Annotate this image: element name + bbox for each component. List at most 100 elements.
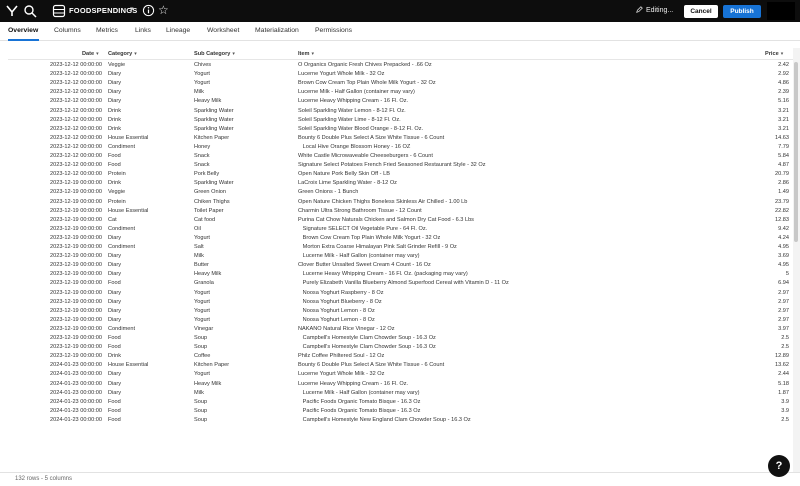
account-menu[interactable] [767,2,795,20]
table-row[interactable]: 2024-01-23 00:00:00 Food Soup Pacific Food… [8,407,793,416]
cell-category: Diary [108,298,122,305]
cell-price: 2.39 [778,89,789,96]
active-tab-indicator [8,39,39,41]
table-row[interactable]: 2023-12-12 00:00:00 Drink Sparkling Water S… [8,116,793,125]
cell-category: Drink [108,107,122,114]
table-row[interactable]: 2024-01-23 00:00:00 House Essential Kitche… [8,361,793,370]
cell-category: Diary [108,80,122,87]
sigma-logo-icon[interactable] [5,4,19,18]
table-row[interactable]: 2023-12-19 00:00:00 Diary Heavy Milk Lucer… [8,270,793,279]
table-row[interactable]: 2023-12-12 00:00:00 Food Snack Signature Se… [8,161,793,170]
cell-category: Diary [108,98,122,105]
table-row[interactable]: 2023-12-19 00:00:00 Diary Yogurt Brown Cow… [8,234,793,243]
table-row[interactable]: 2023-12-19 00:00:00 Food Soup Campbell's H… [8,334,793,343]
table-row[interactable]: 2023-12-12 00:00:00 Protein Pork Belly Open… [8,170,793,179]
table-row[interactable]: 2023-12-12 00:00:00 Diary Yogurt Lucerne Yo… [8,70,793,79]
table-row[interactable]: 2023-12-19 00:00:00 Food Soup Campbell's H… [8,343,793,352]
table-row[interactable]: 2023-12-12 00:00:00 Drink Sparkling Water S… [8,107,793,116]
table-row[interactable]: 2023-12-12 00:00:00 Diary Milk Lucerne Milk… [8,88,793,97]
table-row[interactable]: 2023-12-19 00:00:00 Diary Yogurt Noosa Yog… [8,298,793,307]
table-row[interactable]: 2023-12-19 00:00:00 Cat Cat food Purina Cat… [8,216,793,225]
cell-price: 3.21 [778,125,789,132]
cell-subcategory: Milk [194,89,204,96]
table-row[interactable]: 2023-12-19 00:00:00 Diary Yogurt Noosa Yog… [8,289,793,298]
cell-category: Food [108,407,121,414]
column-header-item[interactable]: Item ▾ [298,51,314,57]
cell-date: 2023-12-12 00:00:00 [50,98,102,105]
table-row[interactable]: 2023-12-19 00:00:00 Diary Butter Clover But… [8,261,793,270]
cell-price: 2.5 [781,416,789,423]
column-date-chevron-down-icon[interactable]: ▾ [96,51,99,57]
column-header-price[interactable]: Price ▾ [765,51,783,57]
table-row[interactable]: 2023-12-19 00:00:00 Drink Sparkling Water L… [8,179,793,188]
table-row[interactable]: 2023-12-19 00:00:00 Condiment Salt Morton … [8,243,793,252]
table-row[interactable]: 2024-01-23 00:00:00 Diary Yogurt Lucerne Yo… [8,370,793,379]
info-icon[interactable] [142,4,155,17]
table-row[interactable]: 2023-12-12 00:00:00 House Essential Kitche… [8,134,793,143]
cell-date: 2023-12-19 00:00:00 [50,298,102,305]
table-row[interactable]: 2023-12-19 00:00:00 Protein Chiken Thighs O… [8,198,793,207]
cell-price: 20.79 [775,171,789,178]
column-header-date[interactable]: Date ▾ [82,51,99,57]
column-subcategory-chevron-down-icon[interactable]: ▾ [232,51,235,57]
tab-materialization[interactable]: Materialization [255,27,299,34]
table-row[interactable]: 2024-01-23 00:00:00 Food Soup Campbell's H… [8,416,793,425]
table-row[interactable]: 2023-12-19 00:00:00 Diary Milk Lucerne Mil… [8,252,793,261]
table-row[interactable]: 2023-12-12 00:00:00 Condiment Honey Local … [8,143,793,152]
table-footer: 132 rows - 5 columns [0,472,800,486]
tab-metrics[interactable]: Metrics [96,27,118,34]
document-title[interactable]: FOODSPENDINGS [69,6,137,15]
table-header: Date ▾ Category ▾ Sub Category ▾ Item ▾ Pric… [8,48,793,60]
help-button[interactable]: ? [768,455,790,477]
table-row[interactable]: 2023-12-12 00:00:00 Food Snack White Castle… [8,152,793,161]
cell-date: 2024-01-23 00:00:00 [50,380,102,387]
table-row[interactable]: 2023-12-19 00:00:00 Diary Yogurt Noosa Yog… [8,316,793,325]
table-row[interactable]: 2023-12-19 00:00:00 Diary Yogurt Noosa Yog… [8,307,793,316]
cell-item: Lucerne Milk - Half Gallon (container ma… [298,89,415,96]
table-row[interactable]: 2023-12-12 00:00:00 Drink Sparkling Water S… [8,125,793,134]
cell-date: 2023-12-12 00:00:00 [50,125,102,132]
cell-category: Food [108,162,121,169]
cell-date: 2023-12-19 00:00:00 [50,216,102,223]
cell-price: 14.63 [775,134,789,141]
cell-category: Diary [108,262,122,269]
table-row[interactable]: 2023-12-19 00:00:00 Drink Coffee Philz Coff… [8,352,793,361]
column-header-subcategory[interactable]: Sub Category ▾ [194,51,235,57]
scrollbar-thumb[interactable] [794,62,798,242]
search-icon[interactable] [23,4,37,18]
data-grid[interactable]: 2023-12-12 00:00:00 Veggie Chives O Organic… [8,61,793,472]
cell-date: 2024-01-23 00:00:00 [50,407,102,414]
cell-date: 2023-12-19 00:00:00 [50,325,102,332]
title-menu-chevron-down-icon[interactable]: ▾ [130,5,134,13]
table-row[interactable]: 2024-01-23 00:00:00 Diary Milk Lucerne Mil… [8,389,793,398]
table-row[interactable]: 2024-01-23 00:00:00 Diary Heavy Milk Lucern… [8,380,793,389]
table-row[interactable]: 2023-12-19 00:00:00 Veggie Green Onion Gree… [8,188,793,197]
cell-date: 2023-12-19 00:00:00 [50,198,102,205]
cell-price: 2.92 [778,71,789,78]
cell-date: 2023-12-19 00:00:00 [50,180,102,187]
column-item-chevron-down-icon[interactable]: ▾ [312,51,315,57]
publish-button[interactable]: Publish [723,5,761,18]
table-row[interactable]: 2023-12-19 00:00:00 Food Granola Purely El… [8,279,793,288]
table-row[interactable]: 2023-12-12 00:00:00 Diary Heavy Milk Lucern… [8,97,793,106]
column-price-chevron-down-icon[interactable]: ▾ [781,51,784,57]
table-row[interactable]: 2024-01-23 00:00:00 Food Soup Pacific Food… [8,398,793,407]
tab-lineage[interactable]: Lineage [166,27,190,34]
tab-columns[interactable]: Columns [54,27,81,34]
favorite-star-icon[interactable]: ☆ [158,3,169,17]
tab-permissions[interactable]: Permissions [315,27,352,34]
table-row[interactable]: 2023-12-12 00:00:00 Veggie Chives O Organic… [8,61,793,70]
table-row[interactable]: 2023-12-19 00:00:00 Condiment Vinegar NAKAN… [8,325,793,334]
table-row[interactable]: 2023-12-12 00:00:00 Diary Yogurt Brown Cow … [8,79,793,88]
tab-links[interactable]: Links [135,27,151,34]
tab-overview[interactable]: Overview [8,27,38,34]
cell-category: Drink [108,125,122,132]
table-row[interactable]: 2023-12-19 00:00:00 Condiment Oil Signatur… [8,225,793,234]
column-header-category[interactable]: Category ▾ [108,51,137,57]
column-category-chevron-down-icon[interactable]: ▾ [134,51,137,57]
tab-worksheet[interactable]: Worksheet [207,27,239,34]
cancel-button[interactable]: Cancel [684,5,718,18]
cell-item: Signature SELECT Oil Vegetable Pure - 64… [298,225,428,232]
editing-label: Editing... [646,7,674,14]
table-row[interactable]: 2023-12-19 00:00:00 House Essential Toilet… [8,207,793,216]
